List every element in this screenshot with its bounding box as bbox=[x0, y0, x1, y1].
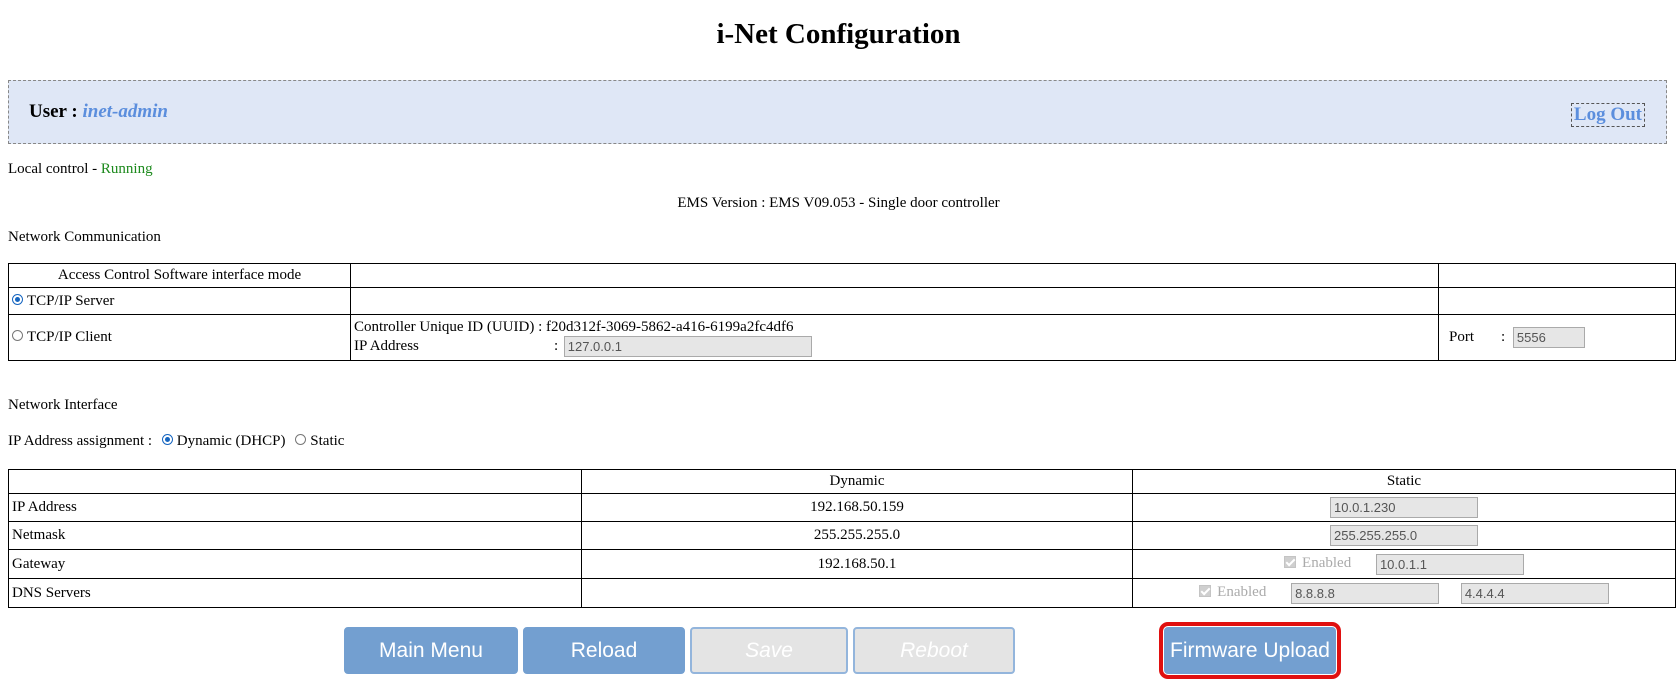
uuid-value: f20d312f-3069-5862-a416-6199a2fc4df6 bbox=[546, 318, 794, 335]
dhcp-label: Dynamic (DHCP) bbox=[176, 433, 286, 449]
save-button[interactable]: Save bbox=[690, 627, 848, 674]
static-label: Static bbox=[310, 433, 345, 449]
static-netmask-input[interactable]: 255.255.255.0 bbox=[1330, 525, 1478, 546]
ip-assignment: IP Address assignment : Dynamic (DHCP) S… bbox=[8, 433, 344, 450]
tcp-client-radio[interactable] bbox=[12, 330, 23, 342]
user-bar: User : inet-admin Log Out bbox=[8, 80, 1667, 144]
logout-link[interactable]: Log Out bbox=[1570, 103, 1645, 127]
tcp-server-label: TCP/IP Server bbox=[27, 292, 115, 309]
reload-button[interactable]: Reload bbox=[523, 627, 685, 674]
ip-assignment-label: IP Address assignment : bbox=[8, 433, 153, 449]
static-radio[interactable] bbox=[295, 434, 307, 446]
network-interface-table: Dynamic Static IP Address 192.168.50.159… bbox=[8, 469, 1676, 608]
tcp-client-label: TCP/IP Client bbox=[27, 329, 112, 345]
main-menu-button[interactable]: Main Menu bbox=[344, 627, 518, 674]
dns-enabled-label: Enabled bbox=[1217, 584, 1267, 601]
client-ip-colon: : bbox=[554, 337, 559, 354]
static-dns2-input[interactable]: 4.4.4.4 bbox=[1460, 582, 1609, 604]
status-value: Running bbox=[100, 161, 153, 177]
tcp-server-radio[interactable] bbox=[12, 293, 23, 305]
row-label: IP Address bbox=[8, 493, 582, 522]
col-static: Static bbox=[1132, 469, 1676, 494]
dns-enabled-checkbox[interactable] bbox=[1199, 585, 1212, 597]
user-name: inet-admin bbox=[82, 101, 168, 122]
port-input[interactable]: 5556 bbox=[1512, 327, 1585, 348]
table-row-netmask: Netmask 255.255.255.0 255.255.255.0 bbox=[8, 521, 1676, 550]
client-ip-label: IP Address bbox=[354, 337, 419, 354]
status-label: Local control - bbox=[8, 161, 98, 177]
client-ip-input[interactable]: 127.0.0.1 bbox=[563, 336, 812, 358]
dynamic-dns bbox=[581, 578, 1133, 608]
page-title: i-Net Configuration bbox=[716, 18, 961, 50]
static-ip-input[interactable]: 10.0.1.230 bbox=[1330, 497, 1478, 518]
gateway-enabled-checkbox[interactable] bbox=[1284, 556, 1297, 568]
local-control-status: Local control - Running bbox=[8, 161, 153, 178]
tcp-client-option[interactable]: TCP/IP Client bbox=[8, 314, 351, 361]
table-row-gateway: Gateway 192.168.50.1 Enabled 10.0.1.1 bbox=[8, 549, 1676, 579]
client-settings: Controller Unique ID (UUID) : f20d312f-3… bbox=[350, 314, 1439, 361]
user-label: User : bbox=[29, 101, 78, 122]
network-communication-heading: Network Communication bbox=[8, 229, 161, 245]
row-label: Gateway bbox=[8, 549, 582, 579]
port-label: Port bbox=[1449, 328, 1475, 345]
table-row-dns: DNS Servers Enabled 8.8.8.8 4.4.4.4 bbox=[8, 578, 1676, 608]
dhcp-radio[interactable] bbox=[161, 434, 173, 446]
firmware-upload-button[interactable]: Firmware Upload bbox=[1159, 622, 1341, 679]
row-label: Netmask bbox=[8, 521, 582, 550]
ems-version: EMS Version : EMS V09.053 - Single door … bbox=[677, 195, 1000, 211]
mode-header: Access Control Software interface mode bbox=[8, 263, 351, 288]
row-label: DNS Servers bbox=[8, 578, 582, 608]
tcp-server-option[interactable]: TCP/IP Server bbox=[8, 287, 351, 315]
static-gateway-input[interactable]: 10.0.1.1 bbox=[1375, 553, 1524, 575]
table-row-ip: IP Address 192.168.50.159 10.0.1.230 bbox=[8, 493, 1676, 522]
uuid-label: Controller Unique ID (UUID) : bbox=[354, 318, 543, 335]
user-info: User : inet-admin bbox=[29, 101, 168, 123]
reboot-button[interactable]: Reboot bbox=[853, 627, 1015, 674]
gateway-enabled-label: Enabled bbox=[1302, 555, 1352, 572]
network-interface-heading: Network Interface bbox=[8, 397, 118, 413]
dynamic-netmask: 255.255.255.0 bbox=[581, 521, 1133, 550]
dynamic-gateway: 192.168.50.1 bbox=[581, 549, 1133, 579]
port-cell: Port: 5556 bbox=[1438, 314, 1676, 361]
port-colon: : bbox=[1501, 328, 1506, 345]
dynamic-ip: 192.168.50.159 bbox=[581, 493, 1133, 522]
col-dynamic: Dynamic bbox=[581, 469, 1133, 494]
static-dns1-input[interactable]: 8.8.8.8 bbox=[1291, 582, 1440, 604]
network-communication-table: Access Control Software interface mode T… bbox=[8, 263, 1676, 361]
